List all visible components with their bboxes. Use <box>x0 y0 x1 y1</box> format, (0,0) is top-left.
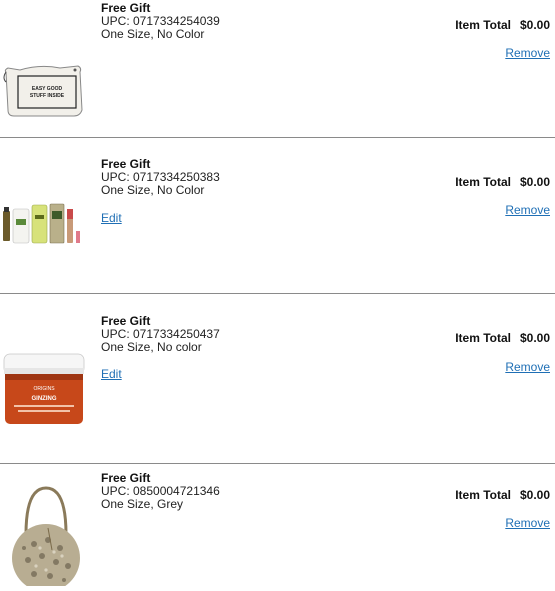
divider <box>0 137 555 138</box>
cosmetic-pouch-icon[interactable]: EASY GOOD STUFF INSIDE <box>0 60 92 120</box>
remove-button[interactable]: Remove <box>505 516 550 530</box>
item-total-value: $0.00 <box>519 331 550 345</box>
item-title: Free Gift <box>101 471 151 485</box>
pouch-text: EASY GOOD <box>32 86 63 92</box>
item-title: Free Gift <box>101 314 151 328</box>
cream-jar-icon[interactable]: ORIGINS GINZING <box>0 352 92 427</box>
item-upc: UPC: 0717334250437 <box>101 327 220 341</box>
item-variant: One Size, No Color <box>101 27 205 41</box>
cart-item: Free Gift UPC: 0717334250383 One Size, N… <box>0 151 555 293</box>
pouch-text: STUFF INSIDE <box>30 93 65 99</box>
item-variant: One Size, No color <box>101 340 202 354</box>
item-total: Item Total $0.00 <box>455 175 550 189</box>
remove-button[interactable]: Remove <box>505 203 550 217</box>
remove-button[interactable]: Remove <box>505 360 550 374</box>
item-total: Item Total $0.00 <box>455 331 550 345</box>
item-title: Free Gift <box>101 157 151 171</box>
item-total: Item Total $0.00 <box>455 18 550 32</box>
jar-product: GINZING <box>32 396 57 402</box>
item-upc: UPC: 0850004721346 <box>101 484 220 498</box>
item-total: Item Total $0.00 <box>455 488 550 502</box>
edit-button[interactable]: Edit <box>101 367 122 381</box>
item-total-value: $0.00 <box>519 175 550 189</box>
item-upc: UPC: 0717334250383 <box>101 170 220 184</box>
item-title: Free Gift <box>101 1 151 15</box>
item-total-label: Item Total <box>455 488 511 502</box>
remove-button[interactable]: Remove <box>505 46 550 60</box>
item-variant: One Size, No Color <box>101 183 205 197</box>
divider <box>0 293 555 294</box>
skincare-set-icon[interactable] <box>0 201 92 246</box>
item-total-value: $0.00 <box>519 488 550 502</box>
item-upc: UPC: 0717334254039 <box>101 14 220 28</box>
item-total-label: Item Total <box>455 331 511 345</box>
cart-item: EASY GOOD STUFF INSIDE Free Gift UPC: 07… <box>0 0 555 137</box>
edit-button[interactable]: Edit <box>101 211 122 225</box>
item-total-label: Item Total <box>455 18 511 32</box>
item-total-value: $0.00 <box>519 18 550 32</box>
snakeskin-tote-icon[interactable] <box>0 484 92 591</box>
jar-brand: ORIGINS <box>33 386 55 392</box>
item-variant: One Size, Grey <box>101 497 184 511</box>
divider <box>0 463 555 464</box>
cart-item: ORIGINS GINZING Free Gift UPC: 071733425… <box>0 307 555 463</box>
cart-item: Free Gift UPC: 0850004721346 One Size, G… <box>0 470 555 591</box>
item-total-label: Item Total <box>455 175 511 189</box>
